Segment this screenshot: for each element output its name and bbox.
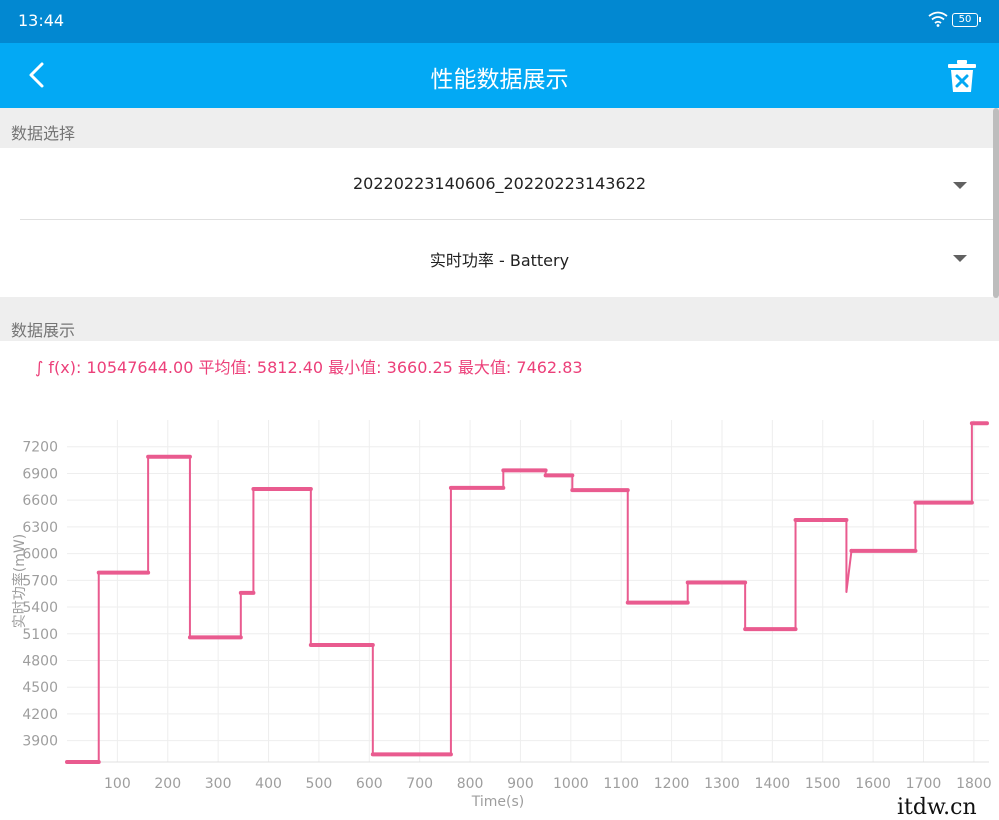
y-tick-label: 6600 (22, 493, 58, 509)
divider (20, 219, 999, 220)
y-tick-label: 6300 (22, 520, 58, 536)
data-file-dropdown[interactable]: 20220223140606_20220223143622 (0, 148, 999, 220)
x-tick-label: 300 (205, 776, 232, 792)
page-title: 性能数据展示 (430, 67, 569, 93)
data-select-label: 数据选择 (11, 124, 76, 143)
x-tick-label: 1300 (704, 776, 740, 792)
y-tick-label: 3900 (22, 734, 58, 750)
x-tick-label: 1000 (553, 776, 589, 792)
battery-icon: 50 (952, 13, 981, 27)
x-tick-label: 1800 (956, 776, 992, 792)
watermark-text: itdw.cn (893, 795, 981, 820)
x-tick-label: 1600 (855, 776, 891, 792)
scrollbar-thumb[interactable] (993, 108, 999, 298)
x-tick-label: 600 (356, 776, 383, 792)
x-axis-title: Time(s) (471, 794, 524, 810)
dropdown-arrow-icon (953, 182, 967, 189)
y-tick-label: 4500 (22, 680, 58, 696)
dropdown-arrow-icon (953, 255, 967, 262)
x-tick-label: 1700 (906, 776, 942, 792)
metric-dropdown[interactable]: 实时功率 - Battery (0, 221, 999, 293)
y-tick-label: 6900 (22, 466, 58, 482)
x-tick-label: 1500 (805, 776, 841, 792)
x-tick-label: 800 (457, 776, 484, 792)
y-tick-label: 4200 (22, 707, 58, 723)
y-tick-label: 7200 (22, 440, 58, 456)
data-select-section-header: 数据选择 (0, 108, 999, 148)
x-tick-label: 1100 (603, 776, 639, 792)
x-tick-label: 400 (255, 776, 282, 792)
x-tick-label: 100 (104, 776, 131, 792)
x-tick-label: 900 (507, 776, 534, 792)
x-tick-label: 200 (154, 776, 181, 792)
x-tick-label: 700 (406, 776, 433, 792)
x-tick-label: 1400 (755, 776, 791, 792)
chart-summary-stats: ∫ f(x): 10547644.00 平均值: 5812.40 最小值: 36… (35, 358, 583, 377)
y-axis-title: 实时功率(mW) (11, 534, 28, 628)
status-time: 13:44 (18, 11, 65, 30)
x-tick-label: 1200 (654, 776, 690, 792)
metric-value: 实时功率 - Battery (429, 251, 570, 270)
data-display-label: 数据展示 (11, 321, 76, 340)
power-line-chart: 100 200 300 400 500 600 700 800 900 1000 1100 1200 1… (11, 420, 992, 810)
data-display-section-header: 数据展示 (0, 297, 999, 341)
x-tick-label: 500 (306, 776, 333, 792)
wifi-icon (928, 11, 948, 27)
app-bar: 性能数据展示 (0, 43, 999, 108)
y-tick-label: 4800 (22, 653, 58, 669)
status-bar: 13:44 50 (0, 0, 999, 43)
data-file-value: 20220223140606_20220223143622 (352, 174, 647, 193)
delete-trash-icon[interactable] (946, 59, 978, 93)
